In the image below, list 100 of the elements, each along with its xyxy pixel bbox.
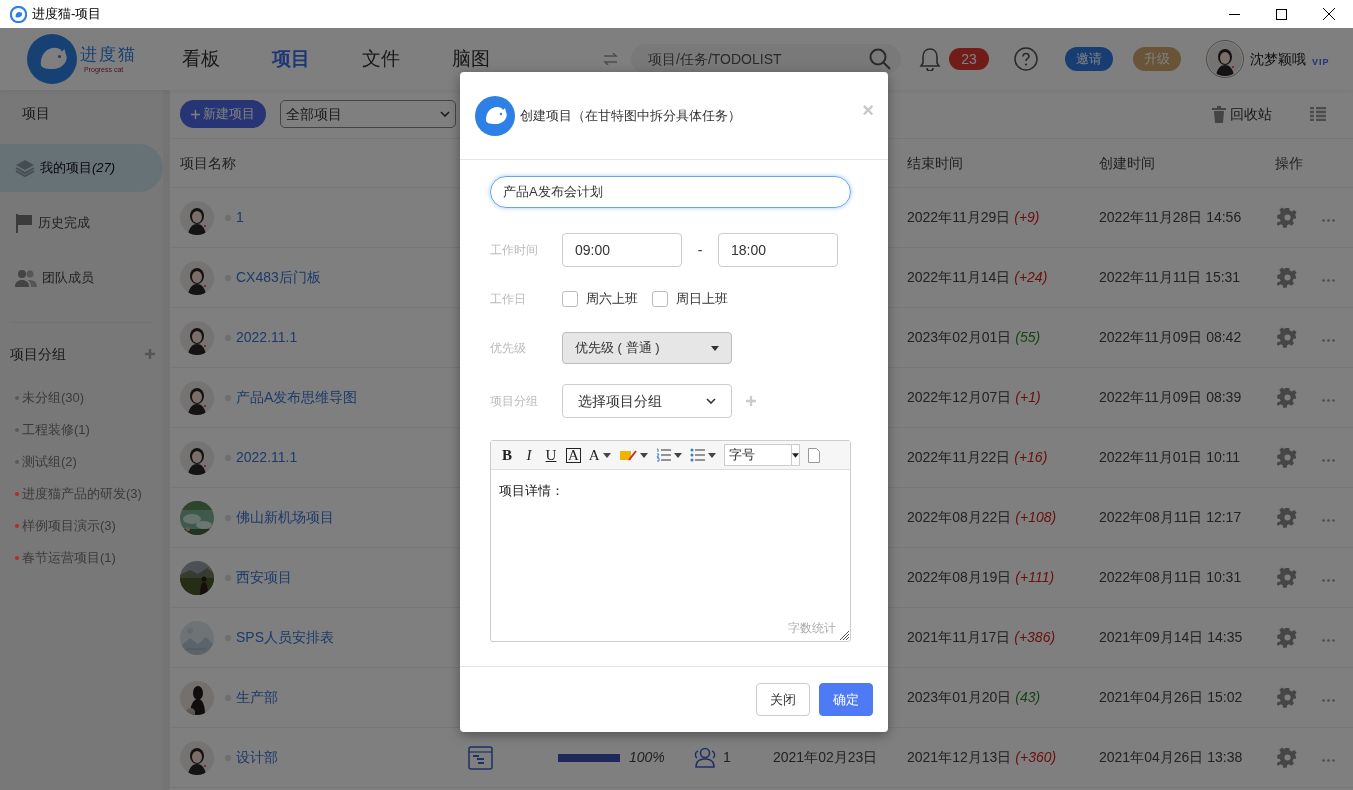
more-icon[interactable] [1322,519,1335,522]
form-label: 项目分组 [490,393,539,410]
recycle-bin-link[interactable]: 回收站 [1230,103,1272,125]
nav-tab[interactable]: 脑图 [452,47,490,69]
created-time: 2022年11月11日 15:31 [1099,269,1241,285]
italic-button[interactable]: I [522,443,536,467]
delay-days: (+24) [1014,267,1048,288]
project-name-link[interactable]: 生产部 [236,687,278,708]
member-count: 1 [723,748,731,767]
project-name-link[interactable]: 2022.11.1 [236,327,298,348]
trash-icon[interactable] [1212,105,1226,123]
confirm-button[interactable]: 确定 [819,683,873,716]
column-header: 结束时间 [906,153,963,173]
more-icon[interactable] [1322,579,1335,582]
notification-badge[interactable]: 23 [949,48,989,70]
caret-icon [791,452,799,458]
priority-dropdown[interactable]: 优先级 ( 普通 ) [562,332,732,364]
list-view-icon[interactable] [1310,107,1326,121]
project-name-link[interactable]: 佛山新机场项目 [236,507,334,528]
project-name-link[interactable]: 2022.11.1 [236,447,298,468]
settings-icon[interactable] [1277,687,1298,708]
column-header: 创建时间 [1098,153,1155,173]
close-icon[interactable] [1323,8,1335,20]
group-select[interactable]: 选择项目分组 [562,384,732,418]
user-name[interactable]: 沈梦颖哦 [1250,48,1306,70]
numbered-list-icon[interactable] [655,448,671,462]
end-date: 2022年08月22日 [907,508,1012,527]
start-time-field[interactable]: 09:00 [562,233,682,267]
bell-icon[interactable] [919,47,941,71]
app-icon [10,5,27,23]
team-icon [15,269,37,287]
settings-icon[interactable] [1277,267,1298,288]
delay-days: (43) [1015,687,1041,708]
more-icon[interactable] [1322,399,1335,402]
settings-icon[interactable] [1277,627,1298,648]
project-name-link[interactable]: 西安项目 [236,567,292,588]
font-size-select[interactable]: 字号 [723,444,800,466]
group-item[interactable]: 工程装修(1) [22,420,90,440]
nav-tab[interactable]: 看板 [182,47,220,69]
highlight-icon[interactable] [618,448,637,462]
nav-tab[interactable]: 项目 [272,47,310,69]
created-time: 2021年04月26日 13:38 [1099,749,1243,765]
project-name-link[interactable]: SPS人员安排表 [236,627,334,648]
border-button[interactable]: A [566,447,581,463]
project-name-link[interactable]: 设计部 [236,747,278,768]
settings-icon[interactable] [1277,747,1298,768]
search-field[interactable]: 项目/任务/TODOLIST [631,44,901,74]
settings-icon[interactable] [1277,207,1298,228]
help-icon[interactable] [1014,47,1038,71]
created-time: 2022年11月28日 14:56 [1099,209,1242,225]
editor-content[interactable]: 项目详情： [499,483,564,498]
project-name-link[interactable]: CX483后门板 [236,267,321,288]
end-date: 2022年11月14日 [907,268,1011,287]
group-item[interactable]: 测试组(2) [22,452,77,472]
end-time-field[interactable]: 18:00 [718,233,838,267]
delay-days: (55) [1015,327,1041,348]
settings-icon[interactable] [1277,387,1298,408]
new-project-button[interactable]: 新建项目 [180,100,266,128]
invite-button[interactable]: 邀请 [1065,47,1113,71]
search-icon[interactable] [869,48,891,70]
project-filter-select[interactable]: 全部项目 [280,100,456,128]
swap-icon[interactable] [603,53,618,65]
settings-icon[interactable] [1277,447,1298,468]
settings-icon[interactable] [1277,567,1298,588]
group-item[interactable]: 未分组(30) [22,388,85,408]
more-icon[interactable] [1322,219,1335,222]
chevron-down-icon [706,398,716,404]
settings-icon[interactable] [1277,507,1298,528]
group-item[interactable]: 春节运营项目(1) [22,548,116,568]
more-icon[interactable] [1322,279,1335,282]
time-separator: - [696,240,704,260]
bold-button[interactable]: B [500,443,514,467]
checkbox[interactable] [562,291,578,307]
bullet-list-icon[interactable] [689,448,705,462]
maximize-icon[interactable] [1276,8,1287,20]
delay-days: (+111) [1015,567,1055,588]
cancel-button[interactable]: 关闭 [756,683,810,716]
more-icon[interactable] [1322,639,1335,642]
page-icon[interactable] [807,447,820,463]
checkbox-label: 周日上班 [676,290,728,309]
delay-days: (+108) [1015,507,1057,528]
people-icon [693,747,717,768]
gantt-icon[interactable] [468,745,493,770]
settings-icon[interactable] [1277,327,1298,348]
more-icon[interactable] [1322,339,1335,342]
underline-button[interactable]: U [544,443,558,467]
sidebar-item[interactable]: 我的项目(27) [0,144,163,192]
add-icon[interactable] [145,349,155,359]
project-name-field[interactable]: 产品A发布会计划 [490,176,851,208]
font-color-button[interactable]: A [588,443,611,467]
project-name-link[interactable]: 产品A发布思维导图 [236,387,358,408]
add-icon[interactable] [746,396,756,406]
checkbox[interactable] [652,291,668,307]
more-icon[interactable] [1322,759,1335,762]
nav-tab[interactable]: 文件 [362,47,400,69]
more-icon[interactable] [1322,459,1335,462]
more-icon[interactable] [1322,699,1335,702]
checkbox-label: 周六上班 [586,290,638,309]
project-name-link[interactable]: 1 [236,207,244,228]
resize-grip-icon[interactable] [839,630,849,640]
